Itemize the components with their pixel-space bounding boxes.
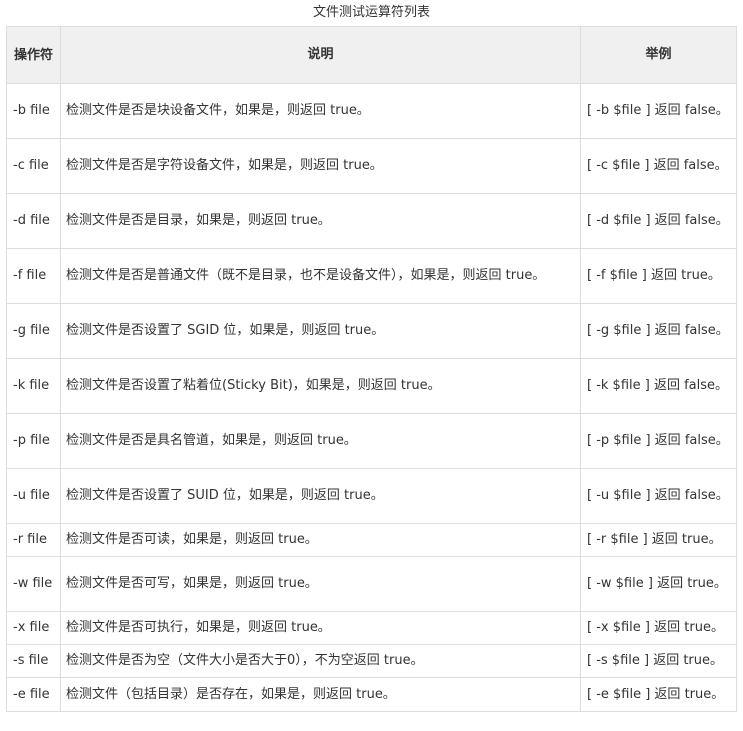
description-cell: 检测文件是否是块设备文件，如果是，则返回 true。 bbox=[60, 83, 581, 139]
table-row: -b file 检测文件是否是块设备文件，如果是，则返回 true。 [ -b … bbox=[6, 83, 737, 139]
header-description: 说明 bbox=[60, 26, 581, 84]
example-cell: [ -u $file ] 返回 false。 bbox=[580, 468, 737, 524]
example-cell: [ -r $file ] 返回 true。 bbox=[580, 523, 737, 557]
header-example: 举例 bbox=[580, 26, 737, 84]
operator-cell: -f file bbox=[6, 248, 61, 304]
description-cell: 检测文件是否可写，如果是，则返回 true。 bbox=[60, 556, 581, 612]
operator-cell: -p file bbox=[6, 413, 61, 469]
description-cell: 检测文件是否是普通文件（既不是目录，也不是设备文件），如果是，则返回 true。 bbox=[60, 248, 581, 304]
example-cell: [ -k $file ] 返回 false。 bbox=[580, 358, 737, 414]
table-row: -s file 检测文件是否为空（文件大小是否大于0），不为空返回 true。 … bbox=[6, 644, 737, 678]
table-row: -d file 检测文件是否是目录，如果是，则返回 true。 [ -d $fi… bbox=[6, 193, 737, 249]
operator-cell: -r file bbox=[6, 523, 61, 557]
operator-cell: -x file bbox=[6, 611, 61, 645]
description-cell: 检测文件是否设置了 SGID 位，如果是，则返回 true。 bbox=[60, 303, 581, 359]
description-cell: 检测文件是否可读，如果是，则返回 true。 bbox=[60, 523, 581, 557]
table-caption: 文件测试运算符列表 bbox=[312, 5, 430, 20]
description-cell: 检测文件是否是具名管道，如果是，则返回 true。 bbox=[60, 413, 581, 469]
description-cell: 检测文件是否是字符设备文件，如果是，则返回 true。 bbox=[60, 138, 581, 194]
operator-cell: -e file bbox=[6, 677, 61, 712]
operator-cell: -w file bbox=[6, 556, 61, 612]
header-operator: 操作符 bbox=[6, 26, 61, 84]
page: 文件测试运算符列表 操作符 说明 举例 -b file 检测文件是否是块设备文件… bbox=[0, 0, 743, 731]
table-row: -k file 检测文件是否设置了粘着位(Sticky Bit)，如果是，则返回… bbox=[6, 358, 737, 414]
operator-cell: -u file bbox=[6, 468, 61, 524]
example-cell: [ -b $file ] 返回 false。 bbox=[580, 83, 737, 139]
description-cell: 检测文件是否可执行，如果是，则返回 true。 bbox=[60, 611, 581, 645]
operator-cell: -g file bbox=[6, 303, 61, 359]
example-cell: [ -e $file ] 返回 true。 bbox=[580, 677, 737, 712]
description-cell: 检测文件是否设置了粘着位(Sticky Bit)，如果是，则返回 true。 bbox=[60, 358, 581, 414]
operator-cell: -b file bbox=[6, 83, 61, 139]
example-cell: [ -x $file ] 返回 true。 bbox=[580, 611, 737, 645]
file-test-operators-table: 操作符 说明 举例 -b file 检测文件是否是块设备文件，如果是，则返回 t… bbox=[6, 26, 737, 712]
operator-cell: -d file bbox=[6, 193, 61, 249]
operator-cell: -c file bbox=[6, 138, 61, 194]
example-cell: [ -c $file ] 返回 false。 bbox=[580, 138, 737, 194]
example-cell: [ -d $file ] 返回 false。 bbox=[580, 193, 737, 249]
example-cell: [ -p $file ] 返回 false。 bbox=[580, 413, 737, 469]
table-row: -x file 检测文件是否可执行，如果是，则返回 true。 [ -x $fi… bbox=[6, 611, 737, 645]
table-row: -g file 检测文件是否设置了 SGID 位，如果是，则返回 true。 [… bbox=[6, 303, 737, 359]
operator-cell: -s file bbox=[6, 644, 61, 678]
example-cell: [ -g $file ] 返回 false。 bbox=[580, 303, 737, 359]
example-cell: [ -w $file ] 返回 true。 bbox=[580, 556, 737, 612]
example-cell: [ -f $file ] 返回 true。 bbox=[580, 248, 737, 304]
operator-cell: -k file bbox=[6, 358, 61, 414]
table-row: -f file 检测文件是否是普通文件（既不是目录，也不是设备文件），如果是，则… bbox=[6, 248, 737, 304]
table-row: -e file 检测文件（包括目录）是否存在，如果是，则返回 true。 [ -… bbox=[6, 677, 737, 712]
description-cell: 检测文件是否设置了 SUID 位，如果是，则返回 true。 bbox=[60, 468, 581, 524]
table-row: -w file 检测文件是否可写，如果是，则返回 true。 [ -w $fil… bbox=[6, 556, 737, 612]
table-row: -c file 检测文件是否是字符设备文件，如果是，则返回 true。 [ -c… bbox=[6, 138, 737, 194]
table-header-row: 操作符 说明 举例 bbox=[6, 26, 737, 84]
description-cell: 检测文件（包括目录）是否存在，如果是，则返回 true。 bbox=[60, 677, 581, 712]
table-row: -p file 检测文件是否是具名管道，如果是，则返回 true。 [ -p $… bbox=[6, 413, 737, 469]
table-row: -u file 检测文件是否设置了 SUID 位，如果是，则返回 true。 [… bbox=[6, 468, 737, 524]
example-cell: [ -s $file ] 返回 true。 bbox=[580, 644, 737, 678]
description-cell: 检测文件是否为空（文件大小是否大于0），不为空返回 true。 bbox=[60, 644, 581, 678]
description-cell: 检测文件是否是目录，如果是，则返回 true。 bbox=[60, 193, 581, 249]
table-row: -r file 检测文件是否可读，如果是，则返回 true。 [ -r $fil… bbox=[6, 523, 737, 557]
